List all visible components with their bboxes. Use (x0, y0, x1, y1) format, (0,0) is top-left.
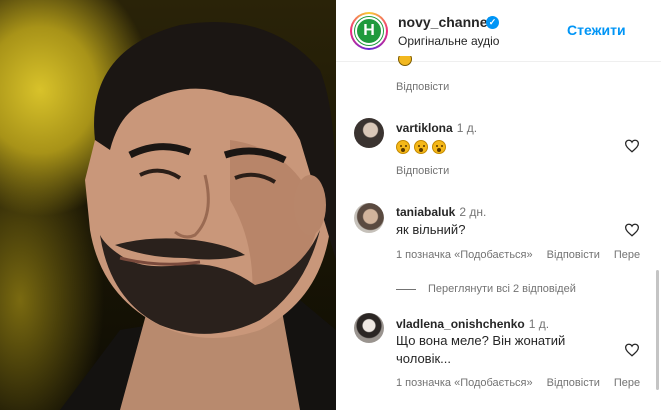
post-header: H novy_channel ✓ Оригінальне аудіо Стежи… (336, 0, 661, 62)
comment-time: 2 дн. (459, 205, 487, 219)
translate-link[interactable]: Пере (614, 249, 640, 261)
comment-meta-row: 1 позначка «Подобається» Відповісти Пере (396, 377, 654, 389)
channel-logo-icon: H (355, 17, 383, 45)
comment-meta-row: 1 позначка «Подобається» Відповісти Пере (396, 249, 654, 261)
reply-link[interactable]: Відповісти (396, 165, 449, 177)
profile-avatar[interactable]: H (350, 12, 388, 50)
scrollbar[interactable] (656, 270, 659, 390)
likes-count-link[interactable]: 1 позначка «Подобається» (396, 377, 533, 389)
reply-thread-line (396, 288, 416, 290)
man-portrait-image (60, 22, 336, 410)
like-heart-icon[interactable] (624, 139, 640, 153)
comments-panel: H novy_channel ✓ Оригінальне аудіо Стежи… (336, 0, 661, 410)
commenter-avatar[interactable] (354, 203, 384, 233)
comment-text: як вільний? (396, 222, 466, 237)
post-username[interactable]: novy_channel (398, 14, 491, 30)
reply-link[interactable]: Відповісти (547, 249, 600, 261)
reply-link[interactable]: Відповісти (547, 377, 600, 389)
comment-emoji-text (396, 137, 450, 155)
reply-link[interactable]: Відповісти (396, 81, 449, 93)
translate-link[interactable]: Пере (614, 377, 640, 389)
view-replies-button[interactable]: Переглянути всі 2 відповідей (396, 283, 576, 295)
hushed-face-emoji-icon (396, 139, 410, 154)
commenter-avatar[interactable] (354, 313, 384, 343)
follow-button[interactable]: Стежити (567, 22, 626, 38)
hushed-face-emoji-icon (414, 139, 428, 154)
comment-username[interactable]: taniabaluk 2 дн. (396, 205, 486, 219)
comment-username[interactable]: vladlena_onishchenko 1 д. (396, 317, 549, 331)
comment-time: 1 д. (456, 121, 478, 135)
verified-badge-icon: ✓ (486, 16, 499, 29)
like-heart-icon[interactable] (624, 223, 640, 237)
reel-video[interactable] (0, 0, 336, 410)
comment-text: Що вона меле? Він жонатий чоловік... (396, 333, 566, 366)
likes-count-link[interactable]: 1 позначка «Подобається» (396, 249, 533, 261)
hushed-face-emoji-icon (432, 139, 446, 154)
like-heart-icon[interactable] (624, 343, 640, 357)
comment-time: 1 д. (528, 317, 550, 331)
comment-username[interactable]: vartiklona 1 д. (396, 121, 477, 135)
commenter-avatar[interactable] (354, 118, 384, 148)
audio-label[interactable]: Оригінальне аудіо (398, 34, 499, 48)
partial-emoji-icon (398, 56, 412, 66)
